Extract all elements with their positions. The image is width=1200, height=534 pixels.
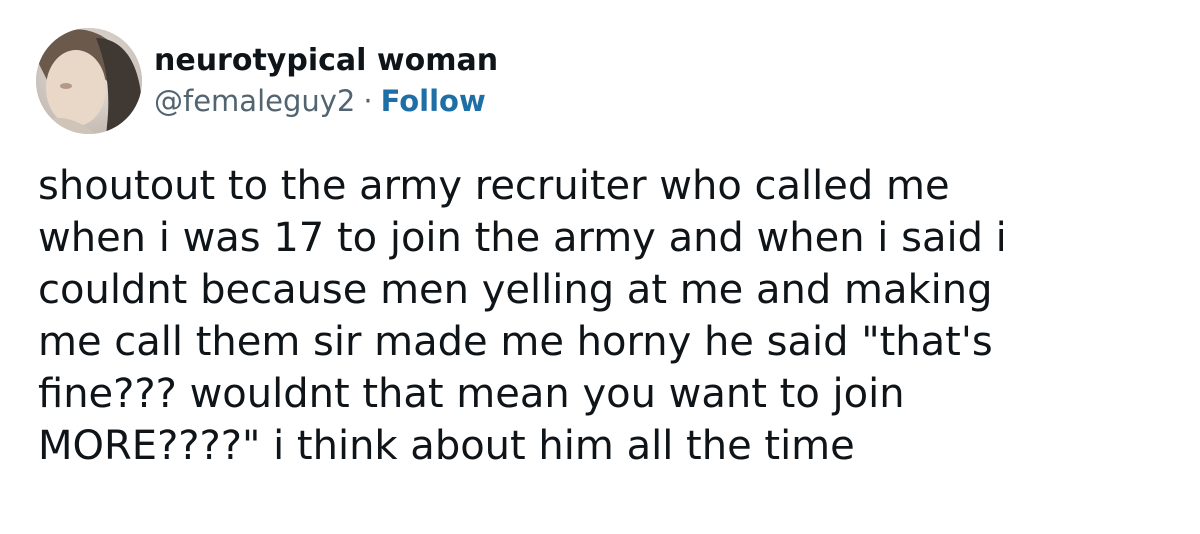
tweet-text: shoutout to the army recruiter who calle… [38, 160, 1168, 472]
profile-photo-icon [36, 28, 142, 134]
tweet-text-line: fine??? wouldnt that mean you want to jo… [38, 371, 905, 417]
separator-dot: · [363, 84, 373, 118]
tweet-card: neurotypical woman @femaleguy2 · Follow sh… [0, 0, 1200, 534]
tweet-text-line: me call them sir made me horny he said "… [38, 319, 993, 365]
tweet-text-line: MORE????" i think about him all the time [38, 423, 855, 469]
follow-button[interactable]: Follow [381, 84, 486, 118]
avatar[interactable] [36, 28, 142, 134]
tweet-header: neurotypical woman @femaleguy2 · Follow [36, 28, 498, 134]
tweet-text-line: couldnt because men yelling at me and ma… [38, 267, 993, 313]
user-handle[interactable]: @femaleguy2 [154, 84, 355, 118]
tweet-text-line: shoutout to the army recruiter who calle… [38, 163, 950, 209]
tweet-text-line: when i was 17 to join the army and when … [38, 215, 1007, 261]
display-name[interactable]: neurotypical woman [154, 42, 498, 80]
author-names: neurotypical woman @femaleguy2 · Follow [154, 42, 498, 120]
handle-row: @femaleguy2 · Follow [154, 82, 498, 120]
